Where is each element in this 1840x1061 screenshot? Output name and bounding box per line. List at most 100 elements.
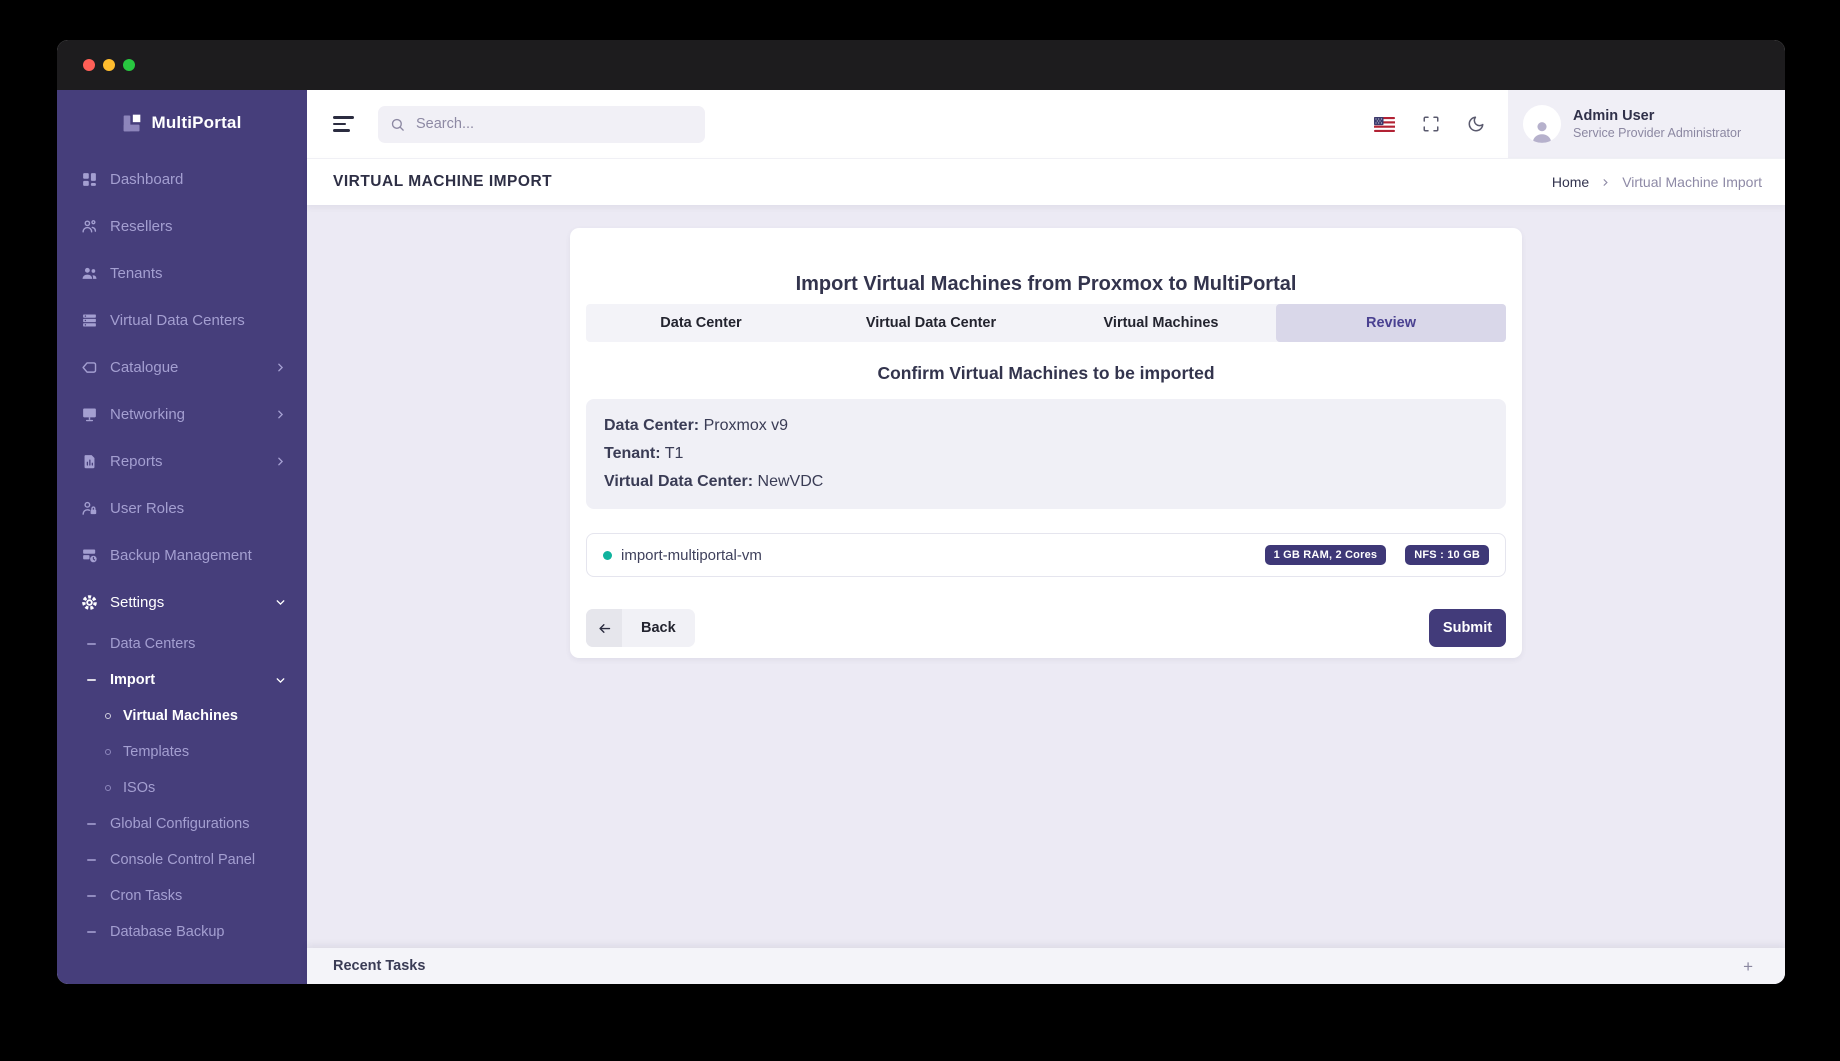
sidebar-item-reports[interactable]: Reports <box>57 438 307 485</box>
dark-mode-toggle[interactable] <box>1467 115 1485 133</box>
sidebar-item-tenants[interactable]: Tenants <box>57 250 307 297</box>
header-icon-group <box>1374 115 1485 133</box>
user-name: Admin User <box>1573 109 1741 124</box>
sidebar-item-networking[interactable]: Networking <box>57 391 307 438</box>
fullscreen-button[interactable] <box>1422 115 1440 133</box>
dashboard-icon <box>81 171 98 188</box>
sidebar-item-console-control-panel[interactable]: Console Control Panel <box>57 842 307 878</box>
sidebar-item-label: Resellers <box>110 218 173 235</box>
breadcrumb-home-link[interactable]: Home <box>1552 174 1589 190</box>
moon-icon <box>1467 115 1485 133</box>
sidebar-item-global-configurations[interactable]: Global Configurations <box>57 806 307 842</box>
dash-bullet <box>87 823 96 825</box>
chevron-right-icon <box>274 361 287 374</box>
breadcrumb-chevron-icon <box>1600 177 1611 188</box>
recent-tasks-title: Recent Tasks <box>333 958 425 974</box>
fullscreen-icon <box>1422 115 1440 133</box>
tab-virtual-data-center[interactable]: Virtual Data Center <box>816 304 1046 342</box>
review-heading: Confirm Virtual Machines to be imported <box>586 362 1506 384</box>
sidebar-item-data-centers[interactable]: Data Centers <box>57 626 307 662</box>
sidebar-item-label: ISOs <box>123 780 155 796</box>
sidebar-item-dashboard[interactable]: Dashboard <box>57 156 307 203</box>
dash-bullet <box>87 643 96 645</box>
sidebar-item-import[interactable]: Import <box>57 662 307 698</box>
recent-tasks-bar: Recent Tasks + <box>307 948 1785 984</box>
chevron-right-icon <box>274 408 287 421</box>
sidebar-item-database-backup[interactable]: Database Backup <box>57 914 307 950</box>
sidebar-item-settings[interactable]: Settings <box>57 579 307 626</box>
tab-data-center[interactable]: Data Center <box>586 304 816 342</box>
back-button-label: Back <box>622 609 695 647</box>
submit-button[interactable]: Submit <box>1429 609 1506 647</box>
app-window: MultiPortal Dashboard <box>57 40 1785 984</box>
user-avatar-icon <box>1529 119 1555 143</box>
maximize-window-button[interactable] <box>123 59 135 71</box>
sidebar-item-label: Cron Tasks <box>110 888 182 904</box>
us-flag-icon <box>1374 117 1395 132</box>
sidebar-item-label: Virtual Data Centers <box>110 312 245 329</box>
sidebar-item-label: Data Centers <box>110 636 195 652</box>
minimize-window-button[interactable] <box>103 59 115 71</box>
vm-storage-badge: NFS : 10 GB <box>1405 545 1489 565</box>
virtual-data-centers-icon <box>81 312 98 329</box>
circle-bullet <box>105 785 111 791</box>
avatar <box>1523 105 1561 143</box>
circle-bullet <box>105 749 111 755</box>
sidebar-item-templates[interactable]: Templates <box>57 734 307 770</box>
main-area: Admin User Service Provider Administrato… <box>307 90 1785 984</box>
sidebar-item-virtual-data-centers[interactable]: Virtual Data Centers <box>57 297 307 344</box>
wizard-steps: Data Center Virtual Data Center Virtual … <box>586 304 1506 342</box>
vm-status-dot <box>603 551 612 560</box>
search-box <box>378 106 705 143</box>
sidebar-item-label: Global Configurations <box>110 816 249 832</box>
circle-bullet <box>105 713 111 719</box>
multiportal-logo-icon <box>122 113 142 133</box>
expand-tasks-button[interactable]: + <box>1743 958 1753 975</box>
sidebar-item-label: Backup Management <box>110 547 252 564</box>
hamburger-menu-button[interactable] <box>333 116 354 132</box>
resellers-icon <box>81 218 98 235</box>
sidebar: MultiPortal Dashboard <box>57 90 307 984</box>
tab-virtual-machines[interactable]: Virtual Machines <box>1046 304 1276 342</box>
dash-bullet <box>87 679 96 681</box>
vm-list-item[interactable]: import-multiportal-vm 1 GB RAM, 2 Cores … <box>586 533 1506 577</box>
sidebar-item-catalogue[interactable]: Catalogue <box>57 344 307 391</box>
vm-name: import-multiportal-vm <box>621 547 762 564</box>
reports-icon <box>81 453 98 470</box>
back-button[interactable]: Back <box>586 609 695 647</box>
app-logo[interactable]: MultiPortal <box>57 90 307 156</box>
sidebar-item-label: Reports <box>110 453 163 470</box>
language-flag-button[interactable] <box>1374 117 1395 132</box>
sidebar-item-label: Templates <box>123 744 189 760</box>
settings-icon <box>81 594 98 611</box>
dash-bullet <box>87 895 96 897</box>
breadcrumb-current: Virtual Machine Import <box>1622 174 1762 190</box>
summary-row-tenant: Tenant: T1 <box>604 440 1488 468</box>
sidebar-item-backup-management[interactable]: Backup Management <box>57 532 307 579</box>
vm-ram-badge: 1 GB RAM, 2 Cores <box>1265 545 1387 565</box>
summary-label: Virtual Data Center: <box>604 473 753 490</box>
summary-row-data-center: Data Center: Proxmox v9 <box>604 412 1488 440</box>
search-input[interactable] <box>414 115 693 133</box>
sidebar-item-virtual-machines[interactable]: Virtual Machines <box>57 698 307 734</box>
import-wizard-card: Import Virtual Machines from Proxmox to … <box>570 228 1522 658</box>
sidebar-item-user-roles[interactable]: User Roles <box>57 485 307 532</box>
sidebar-item-resellers[interactable]: Resellers <box>57 203 307 250</box>
summary-value: T1 <box>665 445 684 462</box>
app-frame: MultiPortal Dashboard <box>57 90 1785 984</box>
top-header: Admin User Service Provider Administrato… <box>307 90 1785 158</box>
networking-icon <box>81 406 98 423</box>
sidebar-item-label: Settings <box>110 594 164 611</box>
sidebar-item-isos[interactable]: ISOs <box>57 770 307 806</box>
sidebar-item-label: Catalogue <box>110 359 178 376</box>
page-content: Import Virtual Machines from Proxmox to … <box>307 205 1785 948</box>
summary-row-vdc: Virtual Data Center: NewVDC <box>604 468 1488 496</box>
close-window-button[interactable] <box>83 59 95 71</box>
summary-value: Proxmox v9 <box>704 417 788 434</box>
user-profile-menu[interactable]: Admin User Service Provider Administrato… <box>1508 90 1785 158</box>
page-title: VIRTUAL MACHINE IMPORT <box>333 173 552 191</box>
sidebar-item-label: Tenants <box>110 265 163 282</box>
sidebar-item-cron-tasks[interactable]: Cron Tasks <box>57 878 307 914</box>
tab-review[interactable]: Review <box>1276 304 1506 342</box>
sidebar-item-label: Virtual Machines <box>123 708 238 724</box>
